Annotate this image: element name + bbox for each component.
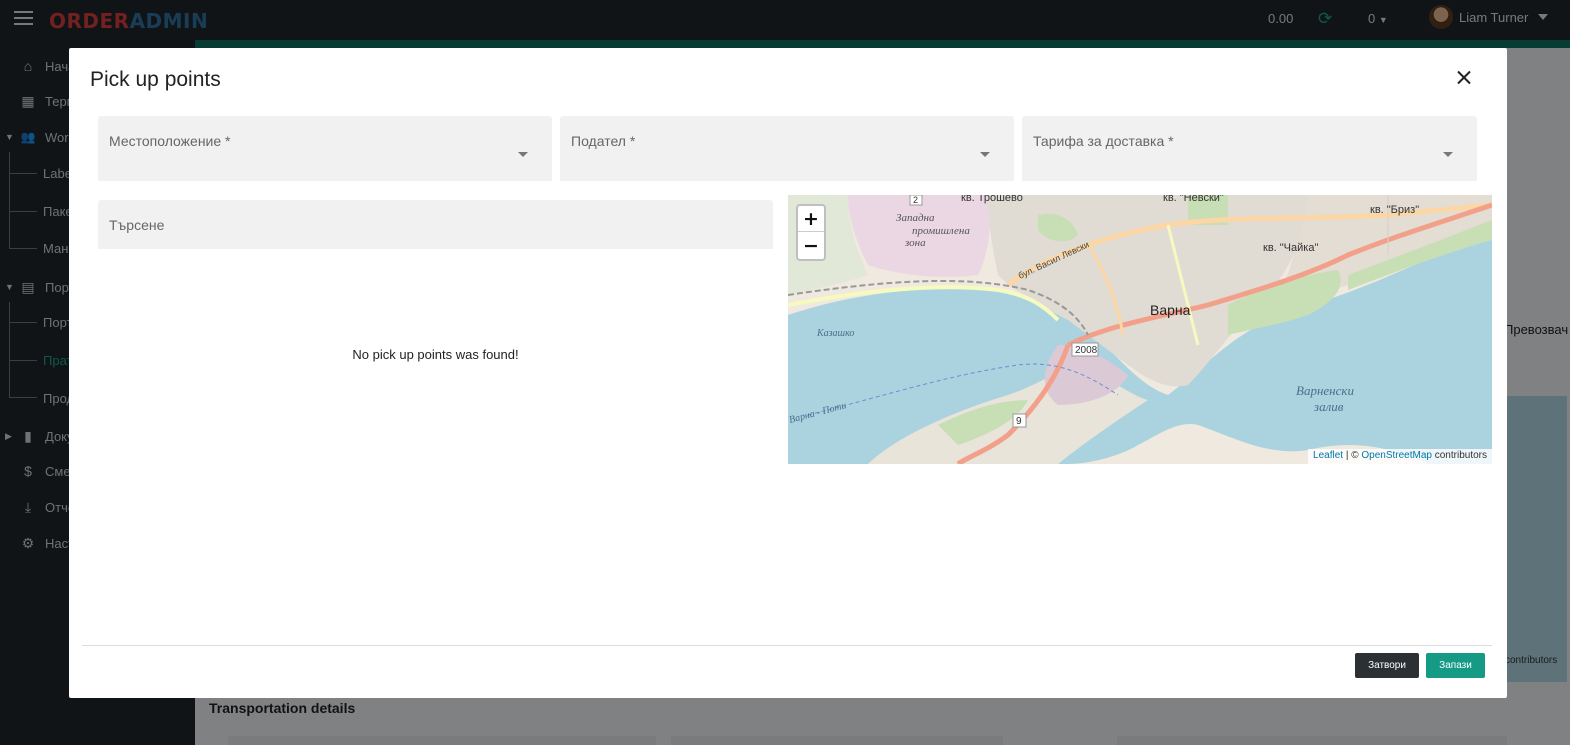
close-icon[interactable] [1452, 66, 1476, 90]
caret-down-icon [1443, 152, 1453, 157]
map-zoom-control: + − [796, 204, 826, 261]
caret-down-icon [980, 152, 990, 157]
svg-text:кв. "Чайка": кв. "Чайка" [1263, 242, 1318, 254]
location-select[interactable]: Местоположение * [98, 116, 552, 181]
svg-text:Варненски: Варненски [1296, 383, 1354, 398]
svg-text:Казашко: Казашко [816, 328, 854, 339]
svg-text:кв. "Бриз": кв. "Бриз" [1370, 204, 1419, 216]
zoom-out-button[interactable]: − [798, 233, 824, 259]
empty-results-message: No pick up points was found! [352, 347, 519, 362]
save-button[interactable]: Запази [1426, 653, 1485, 678]
svg-text:залив: залив [1313, 399, 1344, 414]
search-field[interactable] [98, 200, 773, 249]
svg-text:зона: зона [904, 237, 926, 249]
svg-text:промишлена: промишлена [912, 225, 970, 237]
close-button[interactable]: Затвори [1355, 653, 1419, 678]
svg-text:Западна: Западна [896, 212, 935, 224]
map-attribution: Leaflet | © OpenStreetMap contributors [1308, 449, 1492, 464]
search-input[interactable] [98, 200, 773, 249]
modal-title: Pick up points [90, 68, 221, 91]
map-tiles: кв. Трошево кв. "Невски" кв. "Бриз" кв. … [788, 195, 1492, 464]
svg-text:2008: 2008 [1075, 345, 1098, 356]
svg-text:кв. "Невски": кв. "Невски" [1163, 195, 1224, 204]
svg-text:кв. Трошево: кв. Трошево [961, 195, 1023, 204]
svg-text:9: 9 [1016, 416, 1022, 427]
sender-select[interactable]: Подател * [560, 116, 1014, 181]
leaflet-link[interactable]: Leaflet [1313, 450, 1343, 461]
modal-footer-divider [82, 645, 1492, 646]
pickup-points-modal: Pick up points Местоположение * Подател … [69, 48, 1507, 698]
zoom-in-button[interactable]: + [798, 206, 824, 232]
delivery-tariff-select[interactable]: Тарифа за доставка * [1022, 116, 1477, 181]
svg-text:2: 2 [913, 195, 918, 205]
svg-text:Варна: Варна [1150, 302, 1191, 318]
caret-down-icon [518, 152, 528, 157]
openstreetmap-link[interactable]: OpenStreetMap [1361, 450, 1432, 461]
pickup-map[interactable]: кв. Трошево кв. "Невски" кв. "Бриз" кв. … [788, 195, 1492, 464]
